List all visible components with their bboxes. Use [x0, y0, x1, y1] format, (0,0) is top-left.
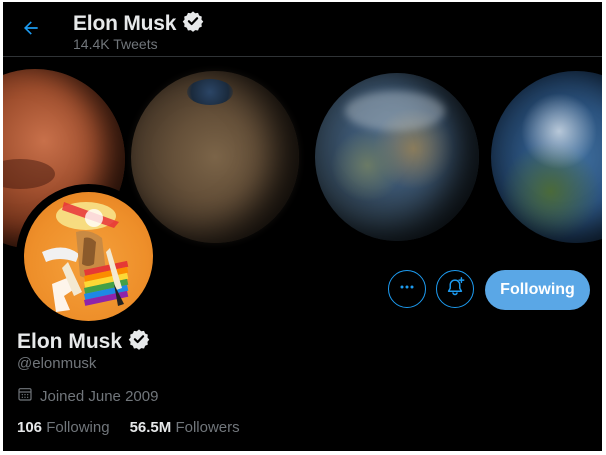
banner-planet: [315, 73, 479, 241]
profile-stats: 106 Following 56.5M Followers: [17, 419, 240, 436]
tweet-count: 14.4K Tweets: [73, 36, 158, 52]
avatar-image: [24, 192, 153, 321]
followers-stat[interactable]: 56.5M Followers: [130, 419, 240, 436]
following-count: 106: [17, 419, 43, 436]
tweet-count-label: Tweets: [113, 36, 158, 52]
profile-name-text: Elon Musk: [17, 330, 123, 353]
followers-label: Followers: [175, 419, 240, 436]
profile-header: Elon Musk 14.4K Tweets: [3, 2, 602, 57]
profile-page: Elon Musk 14.4K Tweets Following Elon Mu…: [3, 2, 602, 451]
following-stat[interactable]: 106 Following: [17, 419, 110, 436]
profile-name: Elon Musk: [17, 328, 150, 356]
more-horizontal-icon: [397, 277, 417, 302]
bell-plus-icon: [444, 276, 466, 303]
followers-count: 56.5M: [129, 419, 172, 436]
banner-planet: [131, 71, 299, 243]
verified-badge-icon: [128, 328, 150, 356]
tweet-count-number: 14.4K: [73, 36, 110, 52]
profile-handle: @elonmusk: [17, 355, 97, 372]
calendar-icon: [17, 386, 33, 406]
verified-badge-icon: [182, 10, 204, 38]
joined-date-text: Joined June 2009: [40, 387, 159, 405]
back-button[interactable]: [17, 16, 45, 44]
following-label: Following: [46, 419, 110, 436]
header-title: Elon Musk: [73, 10, 204, 38]
more-button[interactable]: [388, 270, 426, 308]
arrow-left-icon: [21, 18, 41, 43]
notifications-button[interactable]: [436, 270, 474, 308]
header-name-text: Elon Musk: [73, 12, 177, 35]
following-button[interactable]: Following: [485, 270, 590, 310]
banner-planet: [491, 71, 602, 243]
avatar[interactable]: [16, 184, 161, 329]
joined-date: Joined June 2009: [17, 386, 158, 406]
